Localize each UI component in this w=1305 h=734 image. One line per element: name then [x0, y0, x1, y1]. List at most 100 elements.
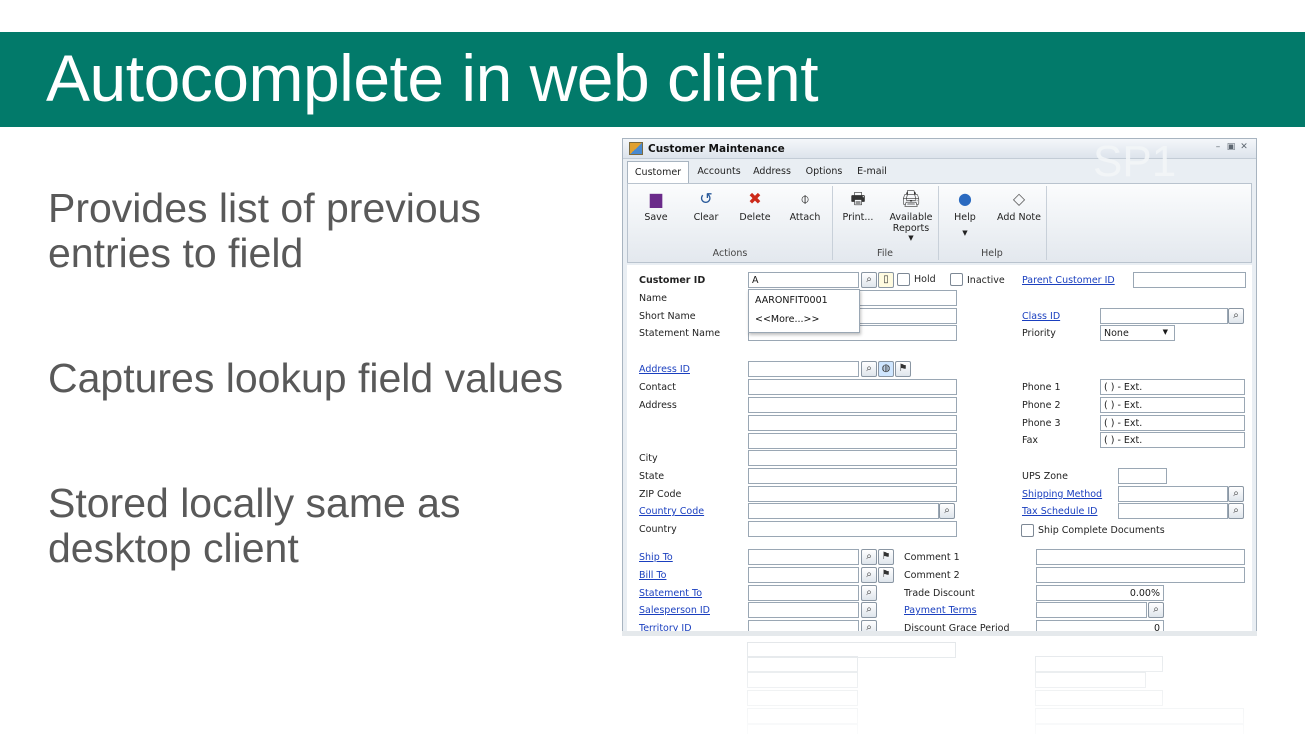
customer-id-input[interactable]: A	[748, 272, 859, 288]
lookup-icon[interactable]: ⌕	[861, 567, 877, 583]
lookup-icon[interactable]: ⌕	[1148, 602, 1164, 618]
slide-title: Autocomplete in web client	[46, 41, 819, 115]
trade-discount-input[interactable]: 0.00%	[1036, 585, 1164, 601]
bill-to-input[interactable]	[748, 567, 859, 583]
autocomplete-more-item[interactable]: <<More...>>	[755, 314, 819, 325]
payment-terms-input[interactable]	[1036, 602, 1147, 618]
tab-accounts[interactable]: Accounts	[691, 161, 747, 183]
available-reports-button[interactable]: 🖨 Available Reports ▼	[886, 190, 936, 243]
ship-to-input[interactable]	[748, 549, 859, 565]
state-label: State	[639, 471, 665, 482]
print-label: Print...	[842, 212, 874, 223]
salesperson-input[interactable]	[748, 602, 859, 618]
fax-input[interactable]: ( ) - Ext.	[1100, 432, 1245, 448]
country-code-input[interactable]	[748, 503, 939, 519]
delete-button[interactable]: ✖ Delete	[732, 190, 778, 224]
save-label: Save	[644, 212, 668, 223]
address-line1-input[interactable]	[748, 397, 957, 413]
country-label: Country	[639, 524, 677, 535]
lookup-icon[interactable]: ⌕	[861, 585, 877, 601]
address-line2-input[interactable]	[748, 415, 957, 431]
statement-to-link[interactable]: Statement To	[639, 588, 702, 599]
tax-schedule-input[interactable]	[1118, 503, 1228, 519]
address-line3-input[interactable]	[748, 433, 957, 449]
tab-customer[interactable]: Customer	[627, 161, 689, 183]
zip-label: ZIP Code	[639, 489, 682, 500]
address-id-link[interactable]: Address ID	[639, 364, 690, 375]
inactive-checkbox[interactable]	[950, 273, 963, 286]
parent-customer-id-input[interactable]	[1133, 272, 1246, 288]
tab-address[interactable]: Address	[747, 161, 797, 183]
ribbon-group-help: Help	[981, 248, 1003, 259]
autocomplete-item[interactable]: AARONFIT0001	[755, 295, 828, 306]
ship-to-link[interactable]: Ship To	[639, 552, 673, 563]
add-note-button[interactable]: ◇ Add Note	[994, 190, 1044, 224]
tab-email[interactable]: E-mail	[849, 161, 895, 183]
reflection-fade	[622, 636, 1257, 734]
minimize-icon[interactable]: –	[1213, 143, 1223, 152]
lookup-icon[interactable]: ⌕	[861, 549, 877, 565]
statement-to-input[interactable]	[748, 585, 859, 601]
phone2-input[interactable]: ( ) - Ext.	[1100, 397, 1245, 413]
phone1-label: Phone 1	[1022, 382, 1061, 393]
payment-terms-link[interactable]: Payment Terms	[904, 605, 977, 616]
save-button[interactable]: ▆ Save	[633, 190, 679, 224]
help-icon: ●	[958, 189, 972, 208]
attach-button[interactable]: ⌽ Attach	[782, 190, 828, 224]
new-note-icon[interactable]: ▯	[878, 272, 894, 288]
ship-complete-checkbox[interactable]	[1021, 524, 1034, 537]
hold-checkbox[interactable]	[897, 273, 910, 286]
ribbon-separator	[1046, 186, 1047, 260]
zip-input[interactable]	[748, 486, 957, 502]
chevron-down-icon: ▼	[908, 234, 914, 242]
parent-customer-id-link[interactable]: Parent Customer ID	[1022, 275, 1115, 286]
pin-icon[interactable]: ⚑	[878, 549, 894, 565]
ribbon-group-file: File	[877, 248, 893, 259]
comment2-input[interactable]	[1036, 567, 1245, 583]
shipping-method-input[interactable]	[1118, 486, 1228, 502]
clear-button[interactable]: ↺ Clear	[683, 190, 729, 224]
window-titlebar: Customer Maintenance SP1 – ▣ ✕	[623, 139, 1256, 186]
ship-complete-label: Ship Complete Documents	[1038, 525, 1165, 536]
ups-zone-input[interactable]	[1118, 468, 1167, 484]
lookup-icon[interactable]: ⌕	[1228, 308, 1244, 324]
chevron-down-icon: ▼	[962, 229, 968, 237]
lookup-icon[interactable]: ⌕	[861, 272, 877, 288]
comment1-input[interactable]	[1036, 549, 1245, 565]
customer-maintenance-window: Customer Maintenance SP1 – ▣ ✕ Customer …	[622, 138, 1257, 632]
city-input[interactable]	[748, 450, 957, 466]
contact-input[interactable]	[748, 379, 957, 395]
ups-zone-label: UPS Zone	[1022, 471, 1068, 482]
lookup-icon[interactable]: ⌕	[1228, 503, 1244, 519]
class-id-input[interactable]	[1100, 308, 1228, 324]
print-button[interactable]: 🖶 Print...	[835, 190, 881, 224]
restore-icon[interactable]: ▣	[1226, 143, 1236, 152]
phone3-input[interactable]: ( ) - Ext.	[1100, 415, 1245, 431]
lookup-icon[interactable]: ⌕	[1228, 486, 1244, 502]
bill-to-link[interactable]: Bill To	[639, 570, 666, 581]
country-code-link[interactable]: Country Code	[639, 506, 704, 517]
pin-icon[interactable]: ⚑	[895, 361, 911, 377]
tab-options[interactable]: Options	[799, 161, 849, 183]
pin-icon[interactable]: ⚑	[878, 567, 894, 583]
tax-schedule-link[interactable]: Tax Schedule ID	[1022, 506, 1098, 517]
lookup-icon[interactable]: ⌕	[861, 602, 877, 618]
priority-select[interactable]: None ▼	[1100, 325, 1175, 341]
help-button[interactable]: ● Help ▼	[942, 189, 988, 238]
phone1-input[interactable]: ( ) - Ext.	[1100, 379, 1245, 395]
slide: Autocomplete in web client Provides list…	[0, 0, 1305, 734]
close-icon[interactable]: ✕	[1239, 143, 1249, 152]
address-id-input[interactable]	[748, 361, 859, 377]
inactive-label: Inactive	[967, 275, 1005, 286]
shipping-method-link[interactable]: Shipping Method	[1022, 489, 1102, 500]
app-icon	[629, 142, 643, 155]
globe-icon[interactable]: ◍	[878, 361, 894, 377]
salesperson-link[interactable]: Salesperson ID	[639, 605, 710, 616]
state-input[interactable]	[748, 468, 957, 484]
city-label: City	[639, 453, 658, 464]
lookup-icon[interactable]: ⌕	[861, 361, 877, 377]
lookup-icon[interactable]: ⌕	[939, 503, 955, 519]
class-id-link[interactable]: Class ID	[1022, 311, 1060, 322]
available-reports-label: Available Reports	[889, 212, 933, 234]
country-input[interactable]	[748, 521, 957, 537]
